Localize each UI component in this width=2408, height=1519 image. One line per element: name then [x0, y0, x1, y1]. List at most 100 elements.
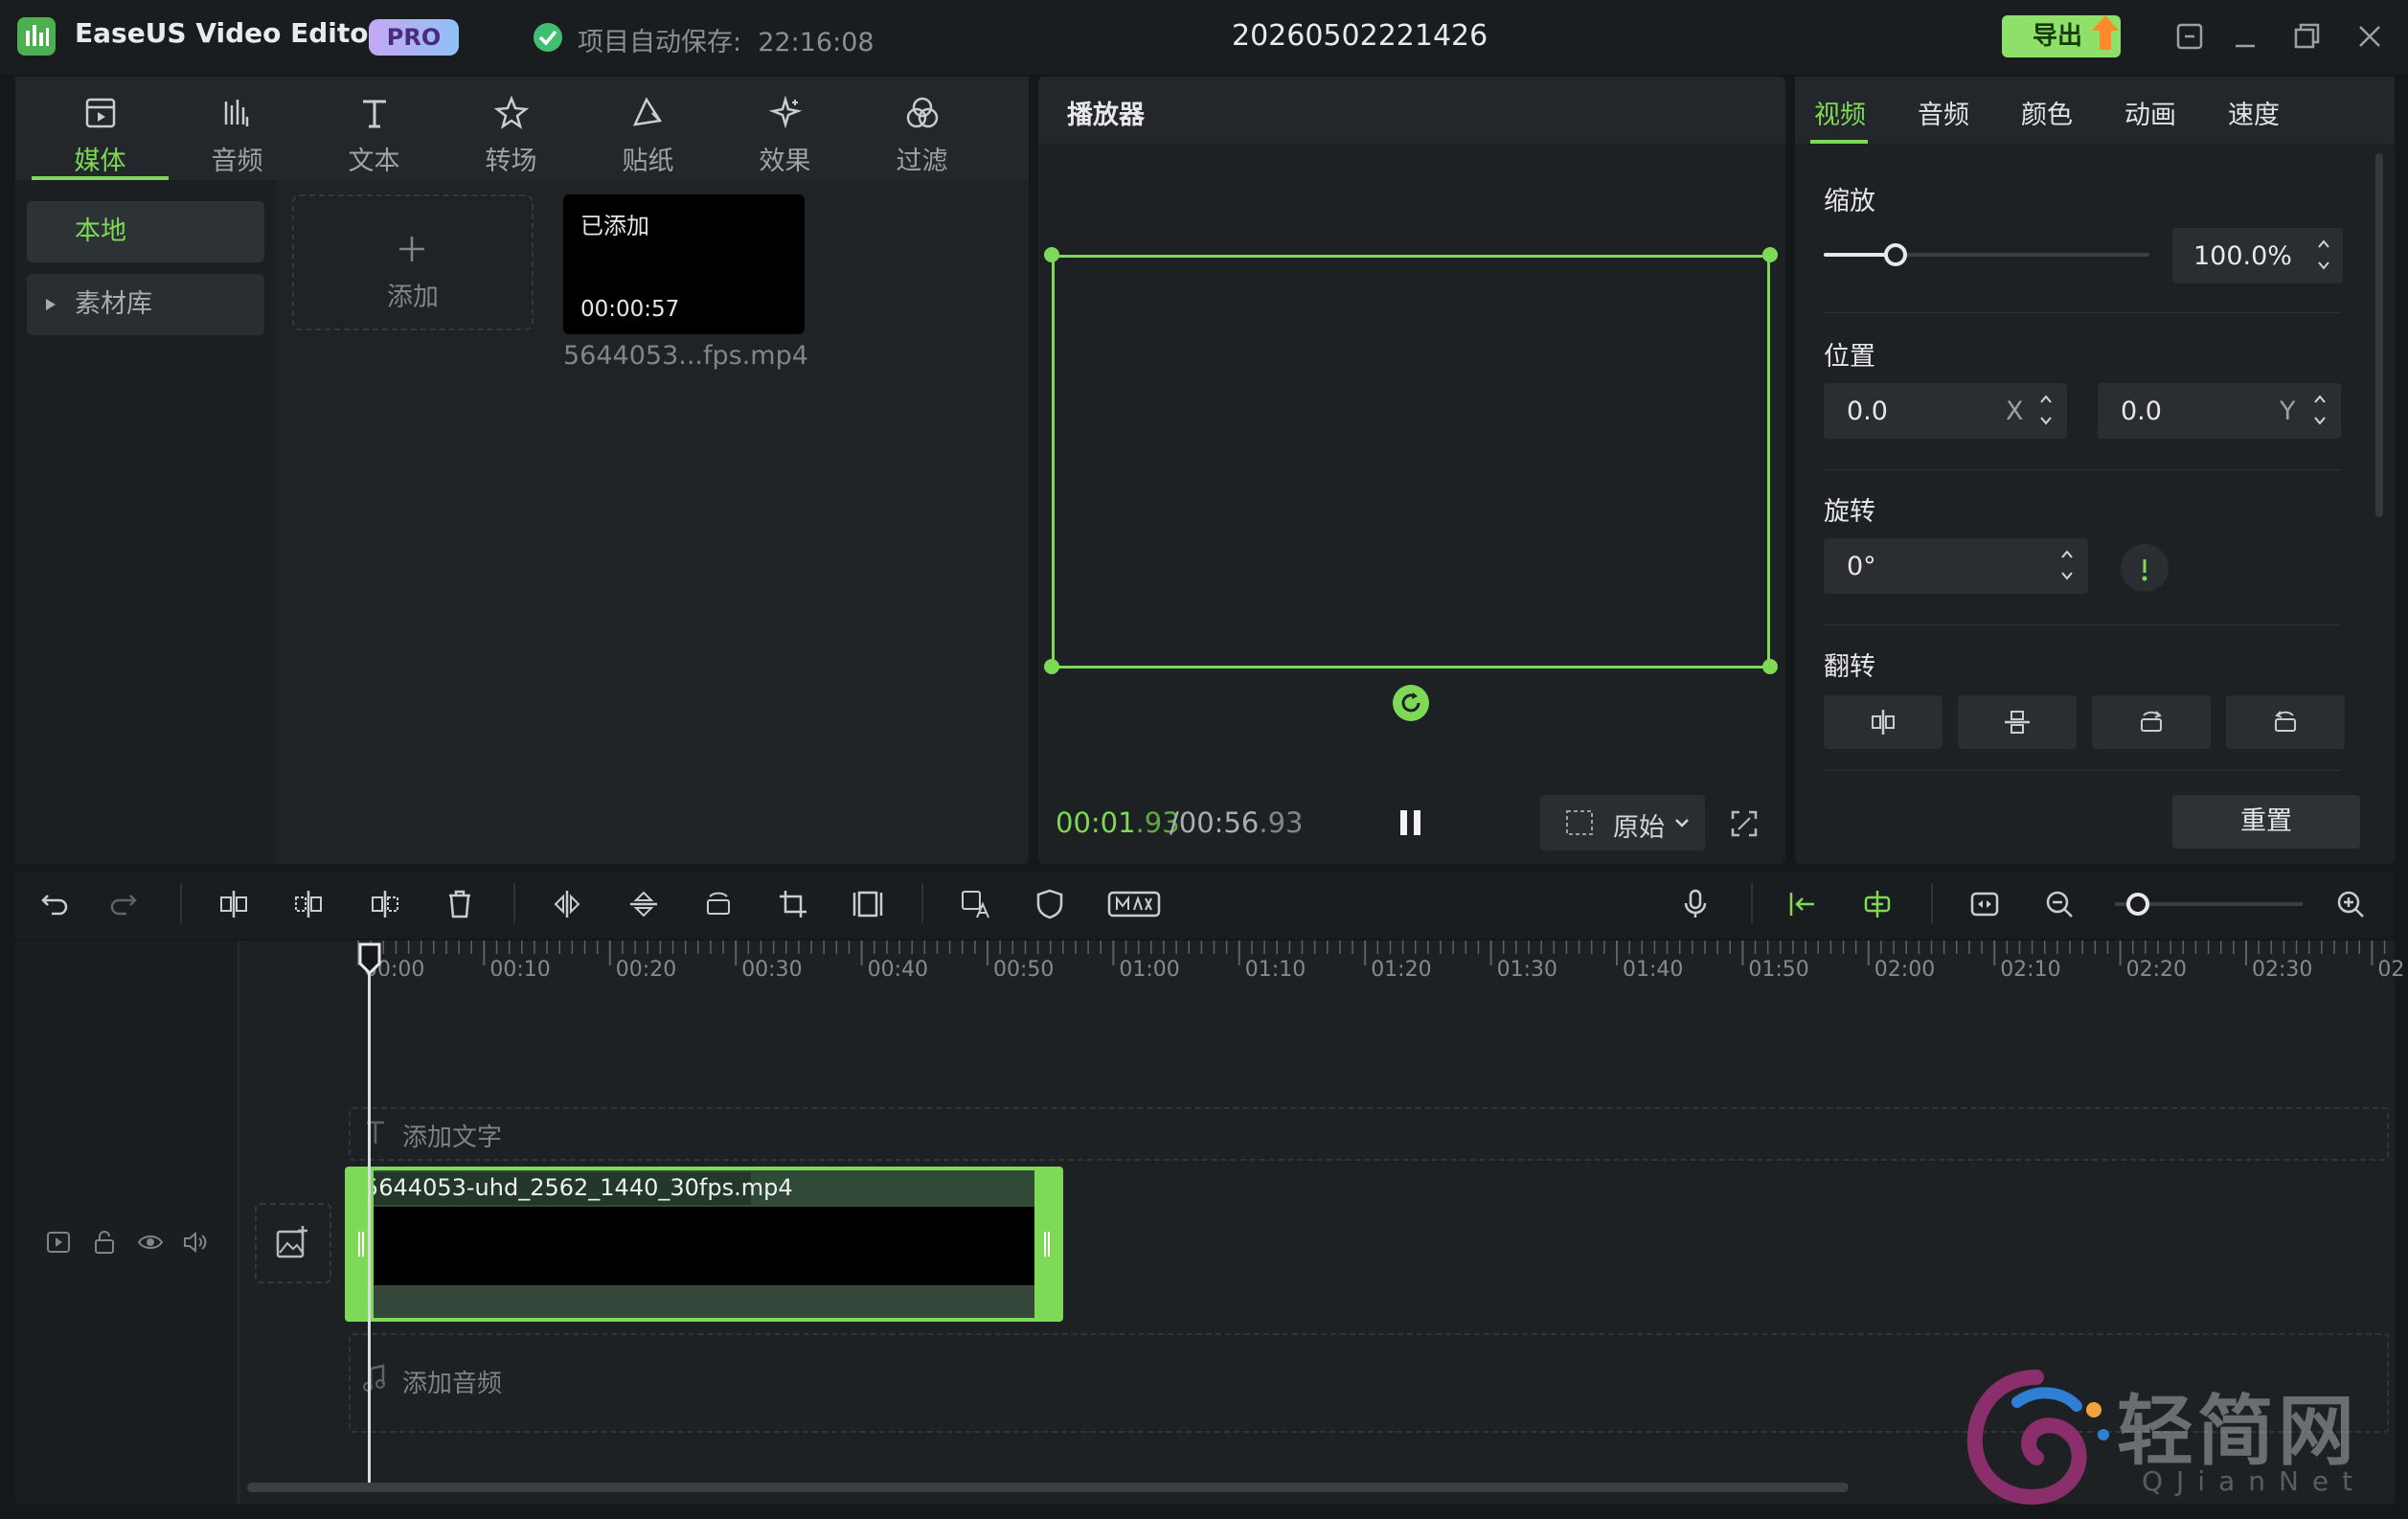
media-icon [81, 94, 120, 132]
playhead[interactable] [368, 952, 371, 1488]
pause-icon[interactable] [1395, 806, 1427, 839]
rotate-handle-icon[interactable] [1392, 684, 1430, 722]
restore-icon[interactable] [2287, 17, 2326, 56]
sidebar-item-local[interactable]: 本地 [27, 201, 264, 262]
toolbar-divider [1931, 883, 1933, 923]
ruler-tick-label: 02:20 [2125, 958, 2187, 982]
track-lock-icon[interactable] [90, 1228, 119, 1257]
panel-toggle-icon[interactable] [2170, 17, 2209, 56]
properties-scrollbar[interactable] [2375, 153, 2383, 517]
tab-label: 文本 [348, 147, 400, 176]
freeze-frame-icon[interactable] [851, 887, 885, 921]
trim-end-icon[interactable] [368, 887, 402, 921]
divider [1824, 469, 2341, 470]
reset-button[interactable]: 重置 [2172, 795, 2360, 849]
flip-vertical-button[interactable] [1958, 695, 2077, 749]
track-headers [15, 941, 239, 1504]
scale-stepper-icon[interactable] [2316, 236, 2331, 274]
speech-to-text-icon[interactable] [958, 887, 992, 921]
rotate-dial-icon[interactable] [2119, 542, 2170, 594]
resize-handle-bottom-right[interactable] [1762, 659, 1778, 674]
tab-sticker[interactable]: 贴纸 [579, 77, 716, 180]
toolbar-divider [513, 883, 515, 923]
sidebar-item-library[interactable]: 素材库 [27, 274, 264, 335]
tab-video[interactable]: 视频 [1814, 94, 1866, 131]
current-time-main: 00:01 [1056, 806, 1136, 839]
redo-icon[interactable] [109, 887, 144, 921]
rotate-counterclockwise-button[interactable] [2226, 695, 2345, 749]
add-image-icon [274, 1224, 310, 1260]
timeline-horizontal-scrollbar[interactable] [247, 1483, 1849, 1492]
tab-transition[interactable]: 转场 [443, 77, 579, 180]
tab-filter[interactable]: 过滤 [853, 77, 990, 180]
chevron-down-icon [1673, 816, 1691, 829]
grip-icon [1042, 1230, 1052, 1258]
timeline-ruler[interactable] [239, 941, 2395, 988]
resize-handle-top-right[interactable] [1762, 247, 1778, 262]
resize-handle-bottom-left[interactable] [1044, 659, 1059, 674]
total-time: /00:56.93 [1170, 806, 1304, 839]
rotate-value: 0° [1847, 552, 1876, 581]
timeline-zoom-knob[interactable] [2126, 893, 2149, 916]
delete-icon[interactable] [443, 887, 477, 921]
ruler-tick-label: 00:40 [867, 958, 928, 982]
expand-arrow-icon[interactable] [44, 297, 57, 312]
minimize-icon[interactable] [2226, 17, 2264, 56]
magnetic-snap-icon[interactable] [1860, 887, 1895, 921]
playhead-handle-icon[interactable] [358, 942, 381, 975]
player-header [1038, 77, 1785, 144]
tab-animation[interactable]: 动画 [2124, 94, 2176, 131]
rotate-tool-icon[interactable] [701, 887, 736, 921]
flip-horizontal-button[interactable] [1824, 695, 1942, 749]
scale-slider-knob[interactable] [1883, 243, 1907, 266]
divider [1824, 312, 2341, 313]
ruler-tick-label: 01:20 [1371, 958, 1432, 982]
audio-icon [218, 94, 257, 132]
split-icon[interactable] [216, 887, 251, 921]
resize-handle-top-left[interactable] [1044, 247, 1059, 262]
tab-label: 效果 [759, 147, 811, 176]
flip-vertical-tool-icon[interactable] [626, 887, 661, 921]
undo-icon[interactable] [34, 887, 69, 921]
tab-audio-props[interactable]: 音频 [1918, 94, 1969, 131]
close-icon[interactable] [2351, 17, 2389, 56]
track-play-icon[interactable] [44, 1228, 73, 1257]
text-track-dropzone[interactable] [349, 1107, 2389, 1161]
ruler-tick-label: 02:10 [2000, 958, 2061, 982]
aspect-ratio-icon [1565, 809, 1594, 836]
divider [1824, 624, 2341, 625]
microphone-icon[interactable] [1678, 887, 1713, 921]
trim-start-icon[interactable] [291, 887, 326, 921]
tab-effects[interactable]: 效果 [716, 77, 853, 180]
fit-timeline-icon[interactable] [1967, 887, 2002, 921]
watermark-tool-icon[interactable] [1107, 889, 1161, 919]
rotate-clockwise-button[interactable] [2092, 695, 2211, 749]
flip-horizontal-tool-icon[interactable] [550, 887, 584, 921]
tab-text[interactable]: 文本 [306, 77, 443, 180]
tab-label: 转场 [485, 147, 537, 176]
watermark-logo [1960, 1368, 2113, 1506]
tab-audio[interactable]: 音频 [169, 77, 306, 180]
media-duration: 00:00:57 [580, 297, 680, 322]
flip-vertical-icon [2005, 711, 2030, 734]
position-y-stepper-icon[interactable] [2312, 391, 2328, 429]
toolbar-divider [1751, 883, 1753, 923]
tab-speed[interactable]: 速度 [2228, 94, 2280, 131]
zoom-out-icon[interactable] [2042, 887, 2077, 921]
zoom-in-icon[interactable] [2333, 887, 2368, 921]
preview-selection-frame[interactable] [1052, 255, 1770, 669]
add-media-label: 添加 [387, 283, 439, 312]
tab-media[interactable]: 媒体 [32, 77, 169, 180]
track-visibility-icon[interactable] [136, 1228, 165, 1257]
crop-icon[interactable] [776, 887, 810, 921]
fullscreen-icon[interactable] [1730, 809, 1759, 838]
track-volume-icon[interactable] [180, 1228, 209, 1257]
mask-shield-icon[interactable] [1033, 887, 1067, 921]
pro-badge[interactable]: PRO [369, 19, 459, 56]
rotate-stepper-icon[interactable] [2059, 546, 2075, 584]
position-x-stepper-icon[interactable] [2038, 391, 2054, 429]
filter-icon [903, 94, 942, 132]
active-tab-indicator [1810, 140, 1868, 144]
snap-to-start-icon[interactable] [1785, 887, 1820, 921]
tab-color[interactable]: 颜色 [2021, 94, 2073, 131]
